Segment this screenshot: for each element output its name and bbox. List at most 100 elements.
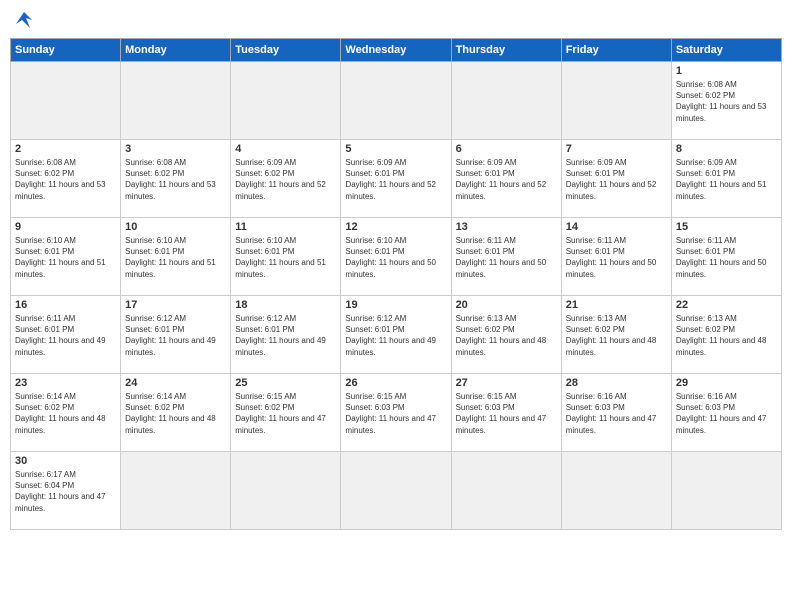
day-info: Sunrise: 6:10 AMSunset: 6:01 PMDaylight:… (235, 235, 336, 280)
day-number: 29 (676, 377, 777, 389)
logo-bird-icon (12, 10, 36, 30)
day-number: 11 (235, 221, 336, 233)
calendar-header-monday: Monday (121, 39, 231, 62)
day-info: Sunrise: 6:11 AMSunset: 6:01 PMDaylight:… (456, 235, 557, 280)
day-number: 2 (15, 143, 116, 155)
day-number: 20 (456, 299, 557, 311)
calendar-header-friday: Friday (561, 39, 671, 62)
calendar-week-1: 2 Sunrise: 6:08 AMSunset: 6:02 PMDaylight… (11, 140, 782, 218)
calendar-cell-18: 18 Sunrise: 6:12 AMSunset: 6:01 PMDayligh… (231, 296, 341, 374)
day-number: 23 (15, 377, 116, 389)
calendar-week-4: 23 Sunrise: 6:14 AMSunset: 6:02 PMDayligh… (11, 374, 782, 452)
calendar-cell-empty (121, 62, 231, 140)
day-info: Sunrise: 6:16 AMSunset: 6:03 PMDaylight:… (676, 391, 777, 436)
day-number: 10 (125, 221, 226, 233)
day-number: 27 (456, 377, 557, 389)
day-number: 18 (235, 299, 336, 311)
day-number: 26 (345, 377, 446, 389)
calendar-cell-12: 12 Sunrise: 6:10 AMSunset: 6:01 PMDayligh… (341, 218, 451, 296)
day-info: Sunrise: 6:14 AMSunset: 6:02 PMDaylight:… (125, 391, 226, 436)
day-info: Sunrise: 6:10 AMSunset: 6:01 PMDaylight:… (345, 235, 446, 280)
calendar-cell-29: 29 Sunrise: 6:16 AMSunset: 6:03 PMDayligh… (671, 374, 781, 452)
day-number: 16 (15, 299, 116, 311)
calendar-cell-14: 14 Sunrise: 6:11 AMSunset: 6:01 PMDayligh… (561, 218, 671, 296)
day-info: Sunrise: 6:15 AMSunset: 6:03 PMDaylight:… (456, 391, 557, 436)
calendar-cell-25: 25 Sunrise: 6:15 AMSunset: 6:02 PMDayligh… (231, 374, 341, 452)
calendar-cell-empty (341, 62, 451, 140)
logo (10, 10, 36, 30)
day-number: 22 (676, 299, 777, 311)
calendar-week-2: 9Sunrise: 6:10 AMSunset: 6:01 PMDaylight… (11, 218, 782, 296)
calendar-cell-13: 13 Sunrise: 6:11 AMSunset: 6:01 PMDayligh… (451, 218, 561, 296)
calendar-cell-empty (341, 452, 451, 530)
calendar-header-thursday: Thursday (451, 39, 561, 62)
day-info: Sunrise: 6:12 AMSunset: 6:01 PMDaylight:… (345, 313, 446, 358)
calendar-cell-empty (231, 452, 341, 530)
calendar-week-5: 30Sunrise: 6:17 AMSunset: 6:04 PMDayligh… (11, 452, 782, 530)
calendar-cell-23: 23Sunrise: 6:14 AMSunset: 6:02 PMDayligh… (11, 374, 121, 452)
day-number: 17 (125, 299, 226, 311)
day-number: 13 (456, 221, 557, 233)
day-info: Sunrise: 6:16 AMSunset: 6:03 PMDaylight:… (566, 391, 667, 436)
calendar-cell-empty (561, 452, 671, 530)
calendar-cell-9: 9Sunrise: 6:10 AMSunset: 6:01 PMDaylight… (11, 218, 121, 296)
calendar-header-saturday: Saturday (671, 39, 781, 62)
day-number: 8 (676, 143, 777, 155)
day-info: Sunrise: 6:15 AMSunset: 6:02 PMDaylight:… (235, 391, 336, 436)
calendar-cell-26: 26 Sunrise: 6:15 AMSunset: 6:03 PMDayligh… (341, 374, 451, 452)
calendar-cell-empty (561, 62, 671, 140)
day-info: Sunrise: 6:15 AMSunset: 6:03 PMDaylight:… (345, 391, 446, 436)
day-number: 12 (345, 221, 446, 233)
calendar-cell-5: 5 Sunrise: 6:09 AMSunset: 6:01 PMDaylight… (341, 140, 451, 218)
calendar-cell-empty (451, 452, 561, 530)
day-info: Sunrise: 6:09 AMSunset: 6:02 PMDaylight:… (235, 157, 336, 202)
calendar-cell-empty (451, 62, 561, 140)
calendar-cell-3: 3 Sunrise: 6:08 AMSunset: 6:02 PMDaylight… (121, 140, 231, 218)
calendar-header-row: SundayMondayTuesdayWednesdayThursdayFrid… (11, 39, 782, 62)
day-info: Sunrise: 6:11 AMSunset: 6:01 PMDaylight:… (566, 235, 667, 280)
calendar-cell-10: 10Sunrise: 6:10 AMSunset: 6:01 PMDayligh… (121, 218, 231, 296)
calendar-header-sunday: Sunday (11, 39, 121, 62)
day-number: 19 (345, 299, 446, 311)
calendar-cell-20: 20 Sunrise: 6:13 AMSunset: 6:02 PMDayligh… (451, 296, 561, 374)
day-number: 6 (456, 143, 557, 155)
calendar-cell-7: 7Sunrise: 6:09 AMSunset: 6:01 PMDaylight… (561, 140, 671, 218)
calendar-cell-8: 8Sunrise: 6:09 AMSunset: 6:01 PMDaylight… (671, 140, 781, 218)
calendar-cell-21: 21Sunrise: 6:13 AMSunset: 6:02 PMDayligh… (561, 296, 671, 374)
calendar-cell-empty (121, 452, 231, 530)
day-info: Sunrise: 6:13 AMSunset: 6:02 PMDaylight:… (676, 313, 777, 358)
calendar-cell-2: 2Sunrise: 6:08 AMSunset: 6:02 PMDaylight… (11, 140, 121, 218)
calendar-header-wednesday: Wednesday (341, 39, 451, 62)
calendar-cell-17: 17 Sunrise: 6:12 AMSunset: 6:01 PMDayligh… (121, 296, 231, 374)
day-info: Sunrise: 6:17 AMSunset: 6:04 PMDaylight:… (15, 469, 116, 514)
calendar-cell-24: 24 Sunrise: 6:14 AMSunset: 6:02 PMDayligh… (121, 374, 231, 452)
calendar-cell-4: 4 Sunrise: 6:09 AMSunset: 6:02 PMDaylight… (231, 140, 341, 218)
day-number: 5 (345, 143, 446, 155)
day-number: 1 (676, 65, 777, 77)
calendar-table: SundayMondayTuesdayWednesdayThursdayFrid… (10, 38, 782, 530)
day-info: Sunrise: 6:12 AMSunset: 6:01 PMDaylight:… (235, 313, 336, 358)
day-info: Sunrise: 6:11 AMSunset: 6:01 PMDaylight:… (15, 313, 116, 358)
day-info: Sunrise: 6:11 AMSunset: 6:01 PMDaylight:… (676, 235, 777, 280)
day-info: Sunrise: 6:08 AMSunset: 6:02 PMDaylight:… (125, 157, 226, 202)
day-number: 4 (235, 143, 336, 155)
calendar-cell-15: 15Sunrise: 6:11 AMSunset: 6:01 PMDayligh… (671, 218, 781, 296)
header (10, 10, 782, 30)
calendar-cell-11: 11 Sunrise: 6:10 AMSunset: 6:01 PMDayligh… (231, 218, 341, 296)
day-info: Sunrise: 6:10 AMSunset: 6:01 PMDaylight:… (15, 235, 116, 280)
day-info: Sunrise: 6:13 AMSunset: 6:02 PMDaylight:… (456, 313, 557, 358)
calendar-cell-27: 27 Sunrise: 6:15 AMSunset: 6:03 PMDayligh… (451, 374, 561, 452)
calendar-cell-19: 19 Sunrise: 6:12 AMSunset: 6:01 PMDayligh… (341, 296, 451, 374)
day-info: Sunrise: 6:09 AMSunset: 6:01 PMDaylight:… (456, 157, 557, 202)
day-info: Sunrise: 6:09 AMSunset: 6:01 PMDaylight:… (345, 157, 446, 202)
day-number: 25 (235, 377, 336, 389)
calendar-cell-empty (231, 62, 341, 140)
day-number: 21 (566, 299, 667, 311)
day-info: Sunrise: 6:12 AMSunset: 6:01 PMDaylight:… (125, 313, 226, 358)
day-info: Sunrise: 6:09 AMSunset: 6:01 PMDaylight:… (566, 157, 667, 202)
calendar-cell-30: 30Sunrise: 6:17 AMSunset: 6:04 PMDayligh… (11, 452, 121, 530)
day-number: 24 (125, 377, 226, 389)
calendar-cell-16: 16 Sunrise: 6:11 AMSunset: 6:01 PMDayligh… (11, 296, 121, 374)
day-number: 3 (125, 143, 226, 155)
day-number: 14 (566, 221, 667, 233)
